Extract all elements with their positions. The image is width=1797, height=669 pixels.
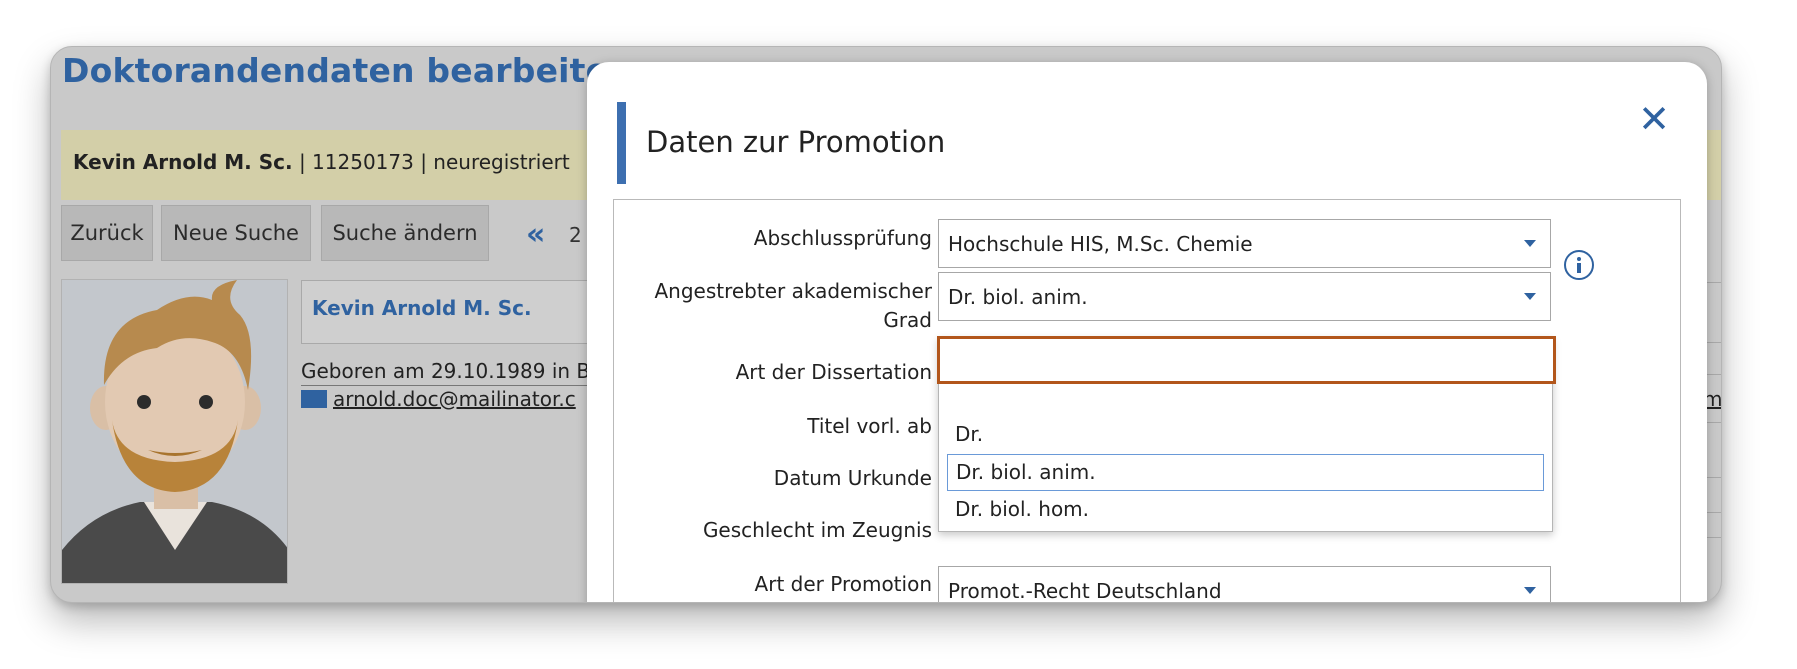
grad-label: Angestrebter akademischer Grad <box>632 277 932 335</box>
promotion-dialog: Daten zur Promotion ✕ Abschlussprüfung H… <box>587 62 1707 603</box>
student-name: Kevin Arnold M. Sc. <box>73 150 293 174</box>
info-icon[interactable] <box>1564 250 1594 280</box>
previous-record-icon[interactable]: « <box>526 217 546 252</box>
titel-label: Titel vorl. ab <box>807 414 932 438</box>
email-address[interactable]: arnold.doc@mailinator.c <box>333 387 576 411</box>
page-title: Doktorandendaten bearbeiten <box>62 51 632 90</box>
abschluss-value: Hochschule HIS, M.Sc. Chemie <box>948 232 1253 256</box>
chevron-down-icon <box>1524 587 1536 594</box>
abschluss-label: Abschlussprüfung <box>753 226 932 250</box>
dissertation-label: Art der Dissertation <box>735 360 932 384</box>
geschlecht-label: Geschlecht im Zeugnis <box>702 518 932 542</box>
student-info-text: Kevin Arnold M. Sc. | 11250173 | neuregi… <box>73 150 570 174</box>
dropdown-option[interactable]: Dr. <box>947 417 1544 454</box>
dialog-accent-bar <box>617 102 626 184</box>
envelope-icon <box>301 390 327 408</box>
chevron-down-icon <box>1524 240 1536 247</box>
avatar-illustration <box>62 280 287 583</box>
datum-label: Datum Urkunde <box>773 466 932 490</box>
promotion-form: Abschlussprüfung Hochschule HIS, M.Sc. C… <box>613 199 1681 603</box>
promotion-label: Art der Promotion <box>754 572 932 596</box>
dropdown-search-input[interactable] <box>937 336 1556 384</box>
back-button[interactable]: Zurück <box>61 205 153 261</box>
chevron-down-icon <box>1524 293 1536 300</box>
promotion-select[interactable]: Promot.-Recht Deutschland <box>938 566 1551 603</box>
grad-select[interactable]: Dr. biol. anim. <box>938 272 1551 321</box>
abschluss-select[interactable]: Hochschule HIS, M.Sc. Chemie <box>938 219 1551 268</box>
grad-label-line1: Angestrebter akademischer <box>654 279 932 303</box>
person-name-card: Kevin Arnold M. Sc. <box>301 280 601 344</box>
app-window: Doktorandendaten bearbeiten Kevin Arnold… <box>50 46 1722 603</box>
close-icon[interactable]: ✕ <box>1634 99 1674 139</box>
birth-info: Geboren am 29.10.1989 in B <box>301 359 591 386</box>
grad-dropdown-list: Dr. Dr. biol. anim. Dr. biol. hom. <box>937 336 1556 532</box>
promotion-value: Promot.-Recht Deutschland <box>948 579 1222 603</box>
new-search-button[interactable]: Neue Suche <box>161 205 311 261</box>
person-name[interactable]: Kevin Arnold M. Sc. <box>312 296 532 320</box>
grad-value: Dr. biol. anim. <box>948 285 1088 309</box>
change-search-button[interactable]: Suche ändern <box>321 205 489 261</box>
grad-label-line2: Grad <box>883 308 932 332</box>
dropdown-option[interactable]: Dr. biol. hom. <box>947 492 1544 529</box>
avatar <box>61 279 288 584</box>
student-meta: | 11250173 | neuregistriert <box>292 150 570 174</box>
dropdown-option-selected[interactable]: Dr. biol. anim. <box>947 454 1544 491</box>
email-link[interactable]: arnold.doc@mailinator.c <box>301 387 576 411</box>
record-position: 2 <box>569 223 582 247</box>
dialog-title: Daten zur Promotion <box>646 125 946 159</box>
